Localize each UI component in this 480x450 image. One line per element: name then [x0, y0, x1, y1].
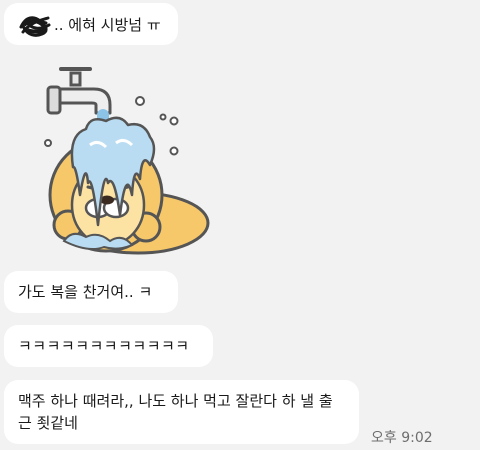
message-bubble[interactable]: 맥주 하나 때려라,, 나도 하나 먹고 잘란다 하 낼 출근 죗같네 — [4, 380, 359, 444]
redacted-name-scribble — [19, 16, 51, 37]
message-bubble[interactable]: ㅋㅋㅋㅋㅋㅋㅋㅋㅋㅋㅋㅋ — [4, 325, 213, 367]
message-bubble[interactable]: 가도 복을 찬거여.. ㅋ — [4, 271, 178, 313]
lion-under-faucet-sticker — [44, 67, 210, 255]
message-text: 가도 복을 찬거여.. ㅋ — [18, 283, 153, 301]
message-text: .. 에혀 시방넘 ㅠ — [54, 16, 161, 34]
message-timestamp: 오후 9:02 — [371, 430, 433, 446]
faucet-icon — [46, 67, 112, 115]
message-text: ㅋㅋㅋㅋㅋㅋㅋㅋㅋㅋㅋㅋ — [18, 337, 190, 355]
message-bubble[interactable]: .. 에혀 시방넘 ㅠ — [4, 3, 178, 45]
message-text: 맥주 하나 때려라,, 나도 하나 먹고 잘란다 하 낼 출근 죗같네 — [18, 392, 333, 432]
